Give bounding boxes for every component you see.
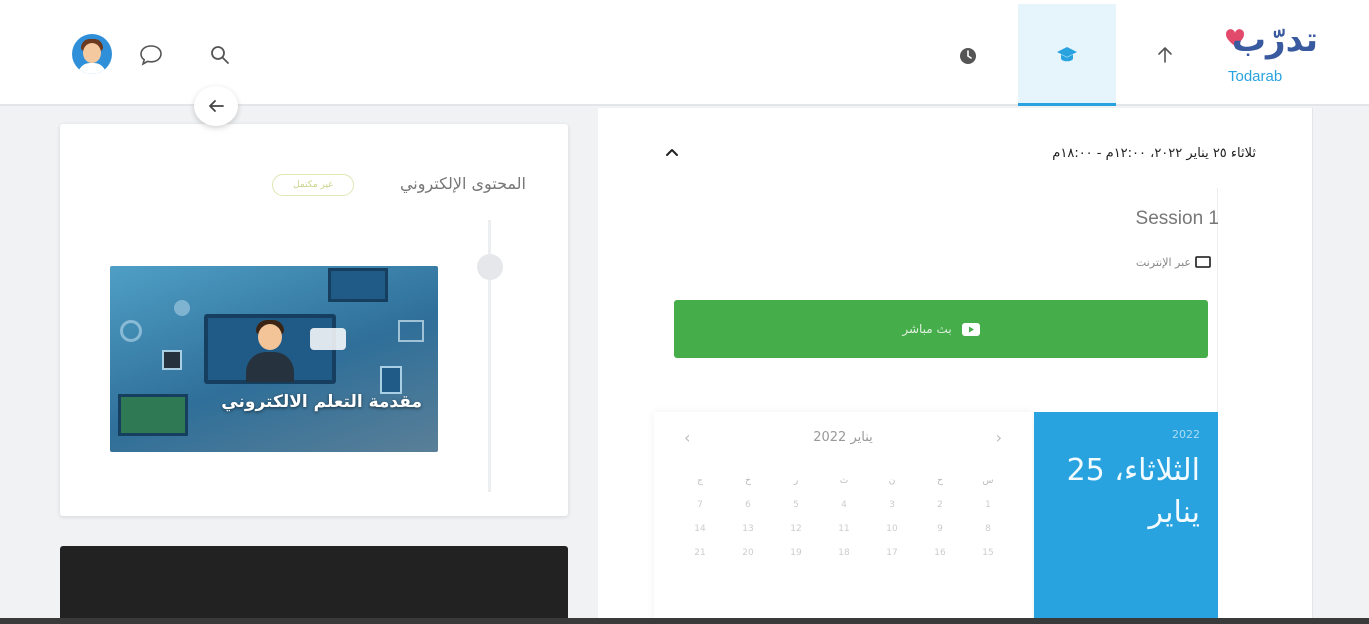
content-item-title: مقدمة التعلم الالكتروني: [221, 392, 422, 412]
calendar-day[interactable]: 19: [772, 548, 820, 558]
session-datetime: ثلاثاء ٢٥ يناير ٢٠٢٢، ١٢:٠٠م - ١٨:٠٠م: [1052, 146, 1256, 161]
page-scrollbar-track[interactable]: [1312, 108, 1369, 624]
session-name: Session 1: [1135, 208, 1219, 229]
brand-logo[interactable]: تدرّب Todarab: [1218, 18, 1319, 88]
calendar-day[interactable]: 3: [868, 500, 916, 510]
calendar-day[interactable]: 17: [868, 548, 916, 558]
live-stream-button[interactable]: بث مباشر: [674, 300, 1208, 358]
avatar-shirt: [78, 63, 106, 74]
thumb-decor-dot: [174, 300, 190, 316]
calendar-weekday: ر: [793, 476, 799, 486]
user-avatar[interactable]: [72, 34, 112, 74]
e-content-card: المحتوى الإلكتروني غير مكتمل مقدمة التعل…: [60, 124, 568, 516]
video-player[interactable]: [60, 546, 568, 624]
calendar-day[interactable]: 8: [964, 524, 1012, 534]
calendar-selected-day: الثلاثاء، 25 يناير: [1066, 453, 1200, 530]
thumb-person-face: [258, 324, 282, 350]
tab-courses[interactable]: [1018, 4, 1116, 106]
calendar-weekday: خ: [745, 476, 751, 486]
monitor-icon: [1195, 256, 1211, 268]
calendar-day[interactable]: 5: [772, 500, 820, 510]
thumb-decor-tile: [398, 320, 424, 342]
thumb-monitor-small: [328, 268, 388, 302]
calendar-day[interactable]: 11: [820, 524, 868, 534]
calendar-weekday: ح: [937, 476, 943, 486]
content-thumbnail[interactable]: مقدمة التعلم الالكتروني: [110, 266, 438, 452]
logo-english: Todarab: [1228, 68, 1283, 85]
search-icon[interactable]: [205, 40, 235, 70]
calendar-month: ‹ يناير 2022 › س ح ن ث ر خ ج 1 2 3 4 5 6 7 8 9 10 11 12 13 1…: [654, 412, 1032, 624]
clock-icon[interactable]: [954, 42, 982, 70]
thumb-play-icon: [162, 350, 182, 370]
status-badge: غير مكتمل: [272, 174, 354, 196]
chevron-right-icon[interactable]: ›: [996, 428, 1002, 447]
chat-icon[interactable]: [136, 40, 166, 70]
e-content-title: المحتوى الإلكتروني: [399, 174, 526, 193]
thumb-chat-bubble: [310, 328, 346, 350]
calendar-day[interactable]: 10: [868, 524, 916, 534]
calendar-day[interactable]: 16: [916, 548, 964, 558]
calendar-weekday: ث: [839, 476, 849, 486]
calendar-day[interactable]: 2: [916, 500, 964, 510]
logo-arabic: تدرّب: [1231, 20, 1319, 60]
video-play-icon: [961, 322, 980, 336]
calendar-day[interactable]: 21: [676, 548, 724, 558]
calendar-day[interactable]: 15: [964, 548, 1012, 558]
thumb-person-body: [246, 352, 294, 382]
arrow-up-icon[interactable]: [1150, 40, 1180, 70]
session-panel: ثلاثاء ٢٥ يناير ٢٠٢٢، ١٢:٠٠م - ١٨:٠٠م Se…: [598, 108, 1312, 624]
calendar-selected-date: 2022 الثلاثاء، 25 يناير: [1034, 412, 1218, 624]
calendar-day[interactable]: 13: [724, 524, 772, 534]
timeline-dot: [477, 254, 503, 280]
calendar-weekday: ن: [888, 476, 896, 486]
session-mode: عبر الإنترنت: [1136, 256, 1211, 269]
calendar-day[interactable]: 18: [820, 548, 868, 558]
calendar-month-label: يناير 2022: [813, 430, 873, 445]
back-button[interactable]: [194, 86, 238, 126]
calendar-weekday: ج: [697, 476, 703, 486]
calendar-day[interactable]: 1: [964, 500, 1012, 510]
bottom-bar: [0, 618, 1369, 624]
arrow-left-icon: [209, 100, 224, 112]
chevron-up-icon[interactable]: [662, 142, 682, 162]
calendar-weekday: س: [982, 476, 994, 486]
live-stream-label: بث مباشر: [902, 322, 952, 336]
calendar-day[interactable]: 7: [676, 500, 724, 510]
calendar-day[interactable]: 4: [820, 500, 868, 510]
avatar-face: [83, 43, 101, 63]
calendar-day[interactable]: 12: [772, 524, 820, 534]
graduation-cap-icon: [1057, 46, 1077, 61]
calendar-grid: س ح ن ث ر خ ج 1 2 3 4 5 6 7 8 9 10 11 12 13 14 15 16 17 18 19 20 21: [676, 476, 1012, 558]
calendar-day[interactable]: 14: [676, 524, 724, 534]
session-mode-label: عبر الإنترنت: [1135, 256, 1191, 269]
calendar-year: 2022: [1172, 428, 1200, 441]
thumb-laptop: [118, 394, 188, 436]
thumb-decor-circle: [120, 320, 142, 342]
calendar-day[interactable]: 9: [916, 524, 964, 534]
calendar-day[interactable]: 20: [724, 548, 772, 558]
thumb-phone-tile: [380, 366, 402, 394]
calendar-day[interactable]: 6: [724, 500, 772, 510]
